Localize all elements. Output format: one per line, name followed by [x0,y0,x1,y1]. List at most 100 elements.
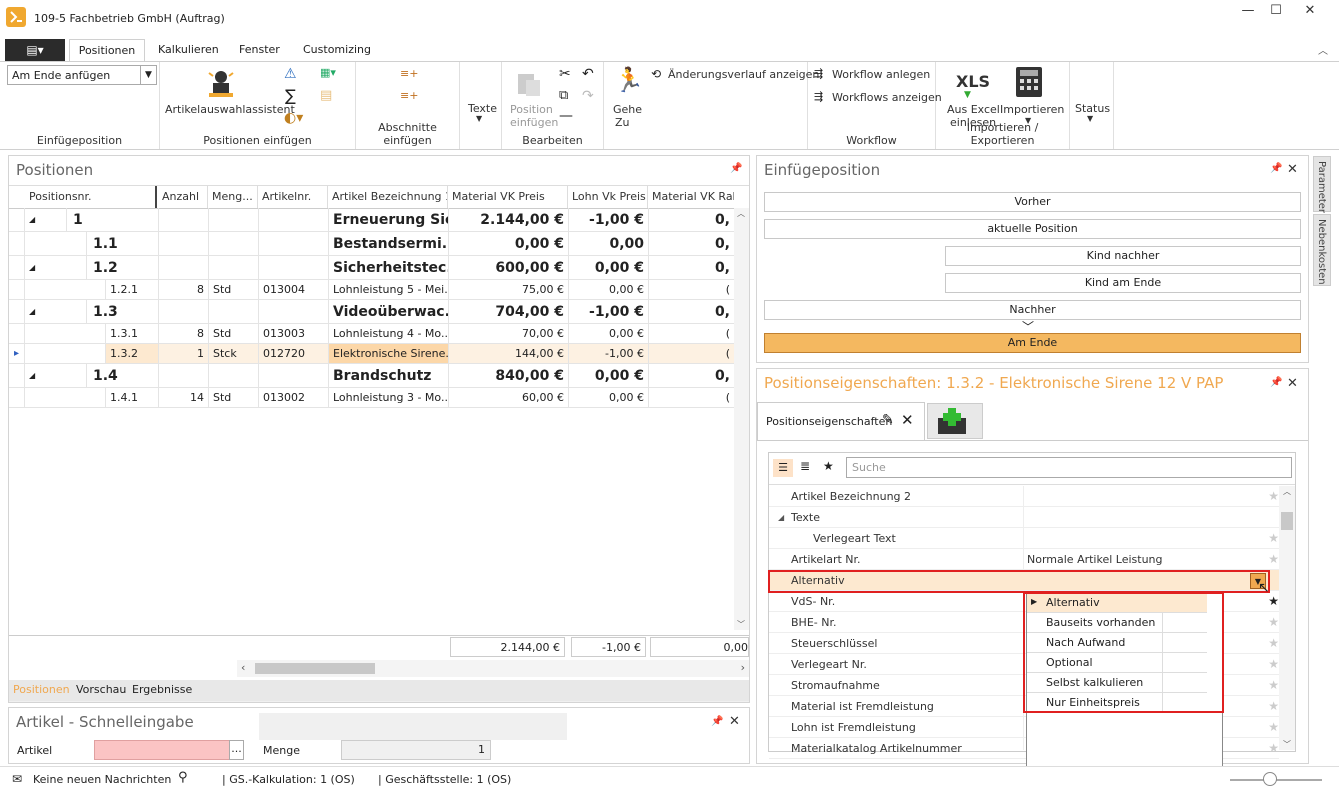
star-icon[interactable]: ★ [823,459,834,473]
row-indicator[interactable] [9,364,25,387]
cell-mat[interactable]: 600,00 € [448,256,568,279]
cell-positionsnr[interactable]: 1.2 [86,256,158,279]
tab-positionen[interactable]: Positionen [69,39,145,61]
cell-anzahl[interactable] [158,208,208,231]
cell-anzahl[interactable] [158,256,208,279]
table-row[interactable]: ◢ 1 Erneuerung Sic...2.144,00 €-1,00 €0, [9,208,749,232]
favorite-star-icon[interactable]: ★ [1268,552,1279,566]
file-menu-button[interactable]: ▤▾ [5,39,65,61]
cell-menge[interactable] [208,232,258,255]
cell-rab[interactable]: 0, [648,232,734,255]
table-row[interactable]: ◢ 1.2 Sicherheitstec...600,00 €0,00 €0, [9,256,749,280]
position-paste-icon[interactable] [514,68,544,98]
expand-toggle-icon[interactable]: ◢ [778,507,784,528]
excel-label[interactable]: Aus Excel [947,103,1000,116]
col-material-rabatt[interactable]: Material VK Raba [648,186,734,208]
workflow-icon[interactable]: ⇶ [814,90,823,103]
row-indicator[interactable] [9,208,25,231]
workflow-icon[interactable]: ⇶ [814,67,823,80]
cell-mat[interactable]: 144,00 € [448,344,568,363]
col-bezeichnung[interactable]: Artikel Bezeichnung 1 [328,186,448,208]
cell-bez[interactable]: Sicherheitstec... [328,256,448,279]
cell-artnr[interactable] [258,364,328,387]
calculator-icon[interactable] [1016,67,1042,97]
close-window-button[interactable]: ✕ [1294,3,1326,21]
cell-anzahl[interactable]: 8 [158,280,208,299]
xls-icon[interactable]: XLS [956,72,990,91]
side-tab-parameter[interactable]: Parameter [1313,156,1331,213]
table-row[interactable]: 1.4.1 14 Std 013002 Lohnleistung 3 - Mo... 60… [9,388,749,408]
cell-artnr[interactable] [258,256,328,279]
cell-artnr[interactable]: 012720 [258,344,328,363]
property-row[interactable]: Artikelart Nr. Normale Artikel Leistung ★ [769,549,1279,570]
row-indicator[interactable] [9,324,25,343]
cell-mat[interactable]: 2.144,00 € [448,208,568,231]
globe-icon[interactable]: ◐▾ [284,110,303,126]
edit-icon[interactable]: ✎ [882,412,894,428]
cell-bez[interactable]: Brandschutz [328,364,448,387]
cell-anzahl[interactable]: 8 [158,324,208,343]
cell-artnr[interactable] [258,300,328,323]
property-vscrollbar[interactable]: ︿ ﹀ [1279,486,1295,750]
delete-icon[interactable]: — [559,108,573,124]
chevron-down-icon[interactable]: ▼ [476,114,482,123]
col-positionsnr[interactable]: Positionsnr. [25,186,157,208]
cell-artnr[interactable] [258,208,328,231]
cell-menge[interactable] [208,300,258,323]
chevron-down-icon[interactable]: ▼ [140,66,156,84]
zu-label[interactable]: Zu [615,116,630,129]
bottom-tab-ergebnisse[interactable]: Ergebnisse [132,683,192,696]
cell-lohn[interactable]: 0,00 € [568,364,648,387]
maximize-button[interactable]: ☐ [1260,3,1292,21]
bottom-tab-vorschau[interactable]: Vorschau [76,683,126,696]
close-icon[interactable]: ✕ [1287,162,1298,177]
grid-hscrollbar[interactable]: ‹ › [237,660,749,677]
row-indicator[interactable] [9,300,25,323]
cell-rab[interactable]: 0, [648,256,734,279]
favorite-star-icon[interactable]: ★ [1268,594,1279,608]
gehe-label[interactable]: Gehe [613,103,642,116]
cell-menge[interactable]: Stck [208,344,258,363]
cell-lohn[interactable]: 0,00 [568,232,648,255]
cell-artnr[interactable]: 013002 [258,388,328,407]
artikel-browse-button[interactable]: ... [229,740,244,760]
cut-icon[interactable]: ✂ [559,66,571,82]
workflow-anlegen-button[interactable]: Workflow anlegen [832,68,930,81]
cell-bez[interactable]: Lohnleistung 3 - Mo... [328,388,448,407]
section-before-icon[interactable]: ≡+ [400,67,418,80]
favorite-star-icon[interactable]: ★ [1268,531,1279,545]
cell-lohn[interactable]: -1,00 € [568,208,648,231]
search-icon[interactable]: ⚲ [178,770,188,785]
cell-rab[interactable]: 0, [648,208,734,231]
col-anzahl[interactable]: Anzahl [158,186,208,208]
einfuegeposition-combo[interactable]: Am Ende anfügen ▼ [7,65,157,85]
favorite-star-icon[interactable]: ★ [1268,657,1279,671]
cell-artnr[interactable]: 013003 [258,324,328,343]
pin-icon[interactable]: 📌 [730,163,742,174]
cell-bez[interactable]: Elektronische Sirene... [328,344,448,363]
ribbon-collapse-icon[interactable]: ︿ [1318,42,1328,57]
cell-lohn[interactable]: -1,00 € [568,344,648,363]
cell-rab[interactable]: 0, [648,364,734,387]
col-lohn-vk[interactable]: Lohn Vk Preis [568,186,648,208]
cell-bez[interactable]: Bestandsermi... [328,232,448,255]
cell-menge[interactable]: Std [208,324,258,343]
close-icon[interactable]: ✕ [901,411,914,429]
col-menge[interactable]: Meng... [208,186,258,208]
grid-vscrollbar[interactable]: ︿ ﹀ [734,208,749,630]
cell-positionsnr[interactable]: 1.1 [86,232,158,255]
aenderungsverlauf-button[interactable]: Änderungsverlauf anzeigen [668,68,819,81]
run-icon[interactable]: 🏃 [614,66,644,94]
side-tab-nebenkosten[interactable]: Nebenkosten [1313,214,1331,286]
cell-lohn[interactable]: 0,00 € [568,256,648,279]
cell-rab[interactable]: ( [648,280,734,299]
row-indicator[interactable] [9,280,25,299]
row-indicator[interactable]: ▸ [9,344,25,363]
pin-icon[interactable]: 📌 [711,716,723,727]
search-input[interactable]: Suche [846,457,1292,478]
close-icon[interactable]: ✕ [1287,376,1298,391]
table-row[interactable]: 1.3.1 8 Std 013003 Lohnleistung 4 - Mo... 70,… [9,324,749,344]
undo-icon[interactable]: ↶ [582,66,594,82]
cell-mat[interactable]: 70,00 € [448,324,568,343]
artikel-input[interactable] [94,740,230,760]
